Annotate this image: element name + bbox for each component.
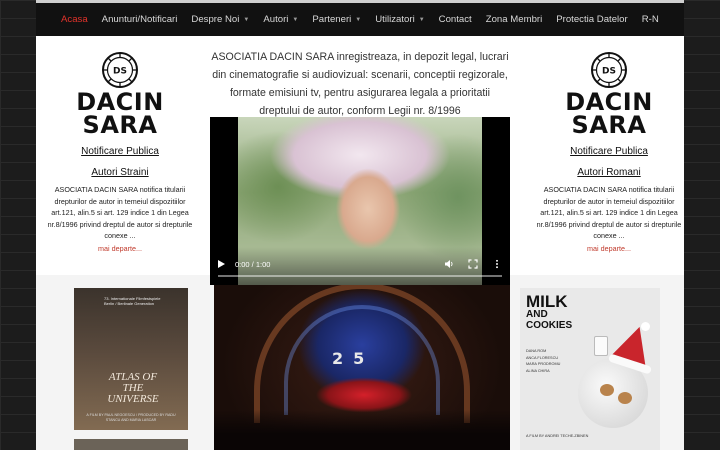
poster-title-line: COOKIES	[526, 320, 573, 331]
chevron-down-icon: ▼	[418, 16, 425, 23]
play-icon[interactable]	[218, 260, 225, 268]
milk-and-cookies-poster[interactable]: MILK AND COOKIES DANA ROM ANCA FLORESCU …	[520, 288, 660, 450]
chevron-down-icon: ▼	[292, 16, 299, 23]
anniversary-number: 25	[332, 349, 375, 368]
logo-initials: DS	[113, 67, 127, 77]
cookie-illustration	[618, 392, 632, 404]
notice-text: ASOCIATIA DACIN SARA notifica titularii …	[45, 184, 195, 255]
video-time: 0:00 / 1:00	[235, 259, 271, 269]
logo-line: SARA	[571, 111, 647, 139]
logo-line: SARA	[82, 111, 158, 139]
logo-initials: DS	[602, 67, 616, 77]
chevron-down-icon: ▼	[355, 16, 362, 23]
more-options-icon[interactable]	[492, 259, 502, 269]
logo-seal-icon: DS	[591, 52, 627, 88]
left-column: DS DACIN SARA Notificare Publica Autori …	[45, 36, 195, 255]
poster-credit: A FILM BY PAUL NEGOESCU / PRODUCED BY RA…	[86, 413, 176, 422]
main-navigation: Acasa Anunturi/Notificari Despre Noi ▼ Au…	[36, 3, 684, 36]
notice-text: ASOCIATIA DACIN SARA notifica titularii …	[534, 184, 684, 255]
nav-item-anunturi[interactable]: Anunturi/Notificari	[102, 14, 178, 25]
santa-hat-pom	[641, 322, 650, 331]
lower-section: 73. Internationale Filmfestspiele Berlin…	[36, 275, 684, 450]
video-controls: 0:00 / 1:00	[218, 257, 502, 271]
nav-item-r-n[interactable]: R-N	[642, 14, 659, 25]
festival-label: 73. Internationale Filmfestspiele Berlin…	[104, 296, 161, 306]
nav-item-protectia-datelor[interactable]: Protectia Datelor	[556, 14, 627, 25]
read-more-link[interactable]: mai departe...	[536, 243, 682, 255]
nav-item-zona-membri[interactable]: Zona Membri	[486, 14, 543, 25]
logo-wordmark[interactable]: DACIN SARA	[45, 90, 195, 139]
cookie-illustration	[600, 384, 614, 396]
cast-name: ALINA CHIRA	[526, 368, 550, 373]
nav-label: Anunturi/Notificari	[101, 14, 178, 25]
nav-label: Contact	[438, 14, 472, 25]
right-column: DS DACIN SARA Notificare Publica Autori …	[534, 36, 684, 255]
nav-label: Autori	[263, 14, 289, 25]
volume-icon[interactable]	[444, 259, 454, 269]
poster-cast: DANA ROM ANCA FLORESCU MARA PRODROMU ALI…	[526, 348, 566, 374]
intro-text: ASOCIATIA DACIN SARA inregistreaza, in d…	[211, 51, 509, 117]
video-progress-bar[interactable]	[218, 275, 502, 277]
video-player[interactable]: 0:00 / 1:00	[210, 117, 510, 285]
dacin-sara-logo-icon[interactable]: DS	[590, 51, 628, 89]
autori-romani-link[interactable]: Autori Romani	[534, 167, 684, 178]
chevron-down-icon: ▼	[243, 16, 250, 23]
video-right-controls	[444, 259, 502, 269]
nav-label: Parteneri	[312, 14, 352, 25]
nav-label: Utilizatori	[375, 14, 415, 25]
next-poster-thumbnail[interactable]	[74, 439, 188, 450]
festival-theater-photo[interactable]: 25	[214, 275, 510, 450]
nav-item-utilizatori[interactable]: Utilizatori ▼	[375, 14, 424, 25]
logo-seal-icon: DS	[102, 52, 138, 88]
nav-label: R-N	[641, 14, 659, 25]
nav-item-parteneri[interactable]: Parteneri ▼	[312, 14, 361, 25]
poster-title: ATLAS OF THE UNIVERSE	[107, 371, 159, 405]
notice-body: ASOCIATIA DACIN SARA notifica titularii …	[536, 185, 682, 241]
milk-glass-illustration	[594, 336, 608, 356]
atlas-of-the-universe-poster[interactable]: 73. Internationale Filmfestspiele Berlin…	[74, 288, 188, 430]
fullscreen-icon[interactable]	[468, 259, 478, 269]
poster-title: MILK AND COOKIES	[526, 293, 573, 331]
nav-label: Despre Noi	[191, 14, 240, 25]
poster-director: A FILM BY ANDREI TECHE-ZBINEN	[526, 434, 589, 438]
nav-item-contact[interactable]: Contact	[439, 14, 472, 25]
notificare-publica-link[interactable]: Notificare Publica	[534, 146, 684, 157]
nav-item-despre-noi[interactable]: Despre Noi ▼	[191, 14, 249, 25]
read-more-link[interactable]: mai departe...	[47, 243, 193, 255]
notice-body: ASOCIATIA DACIN SARA notifica titularii …	[47, 185, 193, 241]
nav-label: Acasa	[61, 14, 88, 25]
nav-label: Zona Membri	[485, 14, 543, 25]
nav-item-autori[interactable]: Autori ▼	[263, 14, 298, 25]
nav-item-acasa[interactable]: Acasa	[61, 14, 88, 25]
notificare-publica-link[interactable]: Notificare Publica	[45, 146, 195, 157]
autori-straini-link[interactable]: Autori Straini	[45, 167, 195, 178]
dacin-sara-logo-icon[interactable]: DS	[101, 51, 139, 89]
nav-label: Protectia Datelor	[556, 14, 628, 25]
cast-name: MARA PRODROMU	[526, 362, 561, 366]
audience-shadow	[214, 410, 510, 450]
logo-wordmark[interactable]: DACIN SARA	[534, 90, 684, 139]
